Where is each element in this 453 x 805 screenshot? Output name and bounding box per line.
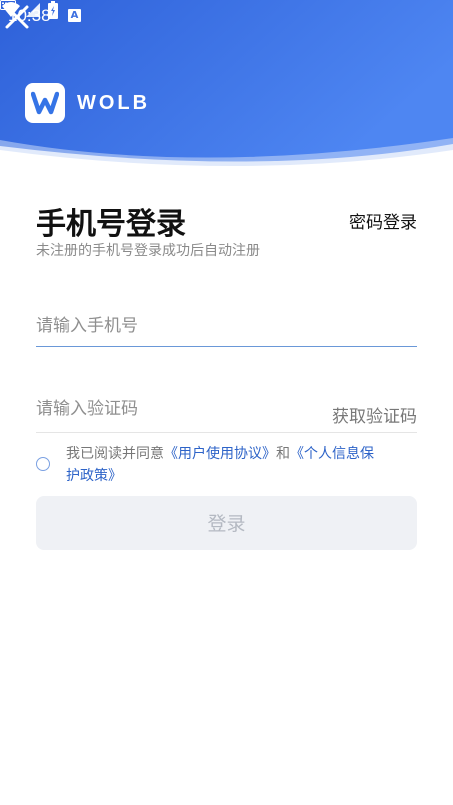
get-code-button[interactable]: 获取验证码: [332, 402, 417, 427]
status-bar: 10:38 A: [0, 0, 453, 32]
font-notification-icon: A: [68, 9, 81, 22]
page-subtitle: 未注册的手机号登录成功后自动注册: [36, 243, 260, 259]
w-logo-icon: [31, 91, 59, 115]
agreement-text: 我已阅读并同意《用户使用协议》和《个人信息保护政策》: [66, 443, 386, 487]
login-button[interactable]: 登录: [36, 496, 417, 550]
brand-name: WOLB: [77, 92, 151, 114]
phone-input[interactable]: [36, 306, 417, 347]
page-title: 手机号登录: [36, 207, 186, 242]
header-banner: 10:38 A WOLB: [0, 0, 453, 180]
close-icon[interactable]: [0, 0, 34, 34]
user-agreement-link[interactable]: 《用户使用协议》: [164, 446, 276, 462]
agreement-radio[interactable]: [36, 457, 50, 471]
battery-icon: [48, 1, 58, 19]
app-logo: [25, 83, 65, 123]
agreement-and: 和: [276, 446, 290, 462]
agreement-prefix: 我已阅读并同意: [66, 446, 164, 462]
password-login-link[interactable]: 密码登录: [349, 208, 417, 233]
verification-code-input[interactable]: [36, 389, 306, 429]
code-input-divider: [36, 432, 417, 433]
